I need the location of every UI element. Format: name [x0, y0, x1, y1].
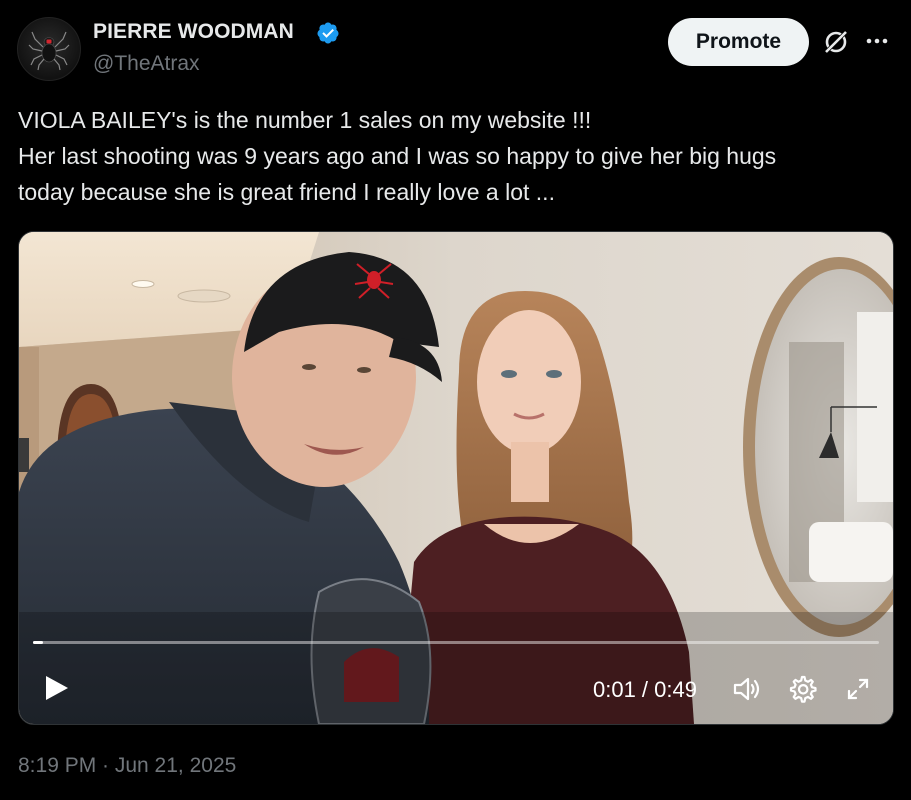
tweet-line: VIOLA BAILEY's is the number 1 sales on … — [18, 107, 592, 133]
tweet-line: today because she is great friend I real… — [18, 179, 555, 205]
settings-gear-icon[interactable] — [787, 674, 817, 704]
fullscreen-icon[interactable] — [845, 676, 871, 702]
video-progress-fill — [33, 641, 44, 644]
author-display-name[interactable]: PIERRE WOODMAN — [93, 20, 294, 44]
video-frame-image — [19, 232, 893, 724]
tweet-line: Her last shooting was 9 years ago and I … — [18, 143, 777, 169]
more-dots-icon[interactable] — [864, 30, 890, 52]
volume-icon[interactable] — [731, 674, 763, 704]
tweet-timestamp[interactable]: 8:19 PM · Jun 21, 2025 — [18, 754, 236, 778]
verified-badge-icon — [317, 22, 339, 44]
spider-logo-icon — [28, 31, 70, 71]
author-handle[interactable]: @TheAtrax — [93, 52, 200, 76]
play-icon[interactable] — [41, 672, 71, 704]
avatar[interactable] — [17, 17, 81, 81]
grok-icon[interactable] — [822, 28, 850, 56]
video-time-display: 0:01 / 0:49 — [593, 677, 697, 702]
promote-button[interactable]: Promote — [668, 18, 809, 66]
tweet-text: VIOLA BAILEY's is the number 1 sales on … — [18, 102, 898, 210]
video-progress-bar[interactable] — [33, 641, 879, 644]
video-player[interactable]: 0:01 / 0:49 — [18, 231, 894, 725]
